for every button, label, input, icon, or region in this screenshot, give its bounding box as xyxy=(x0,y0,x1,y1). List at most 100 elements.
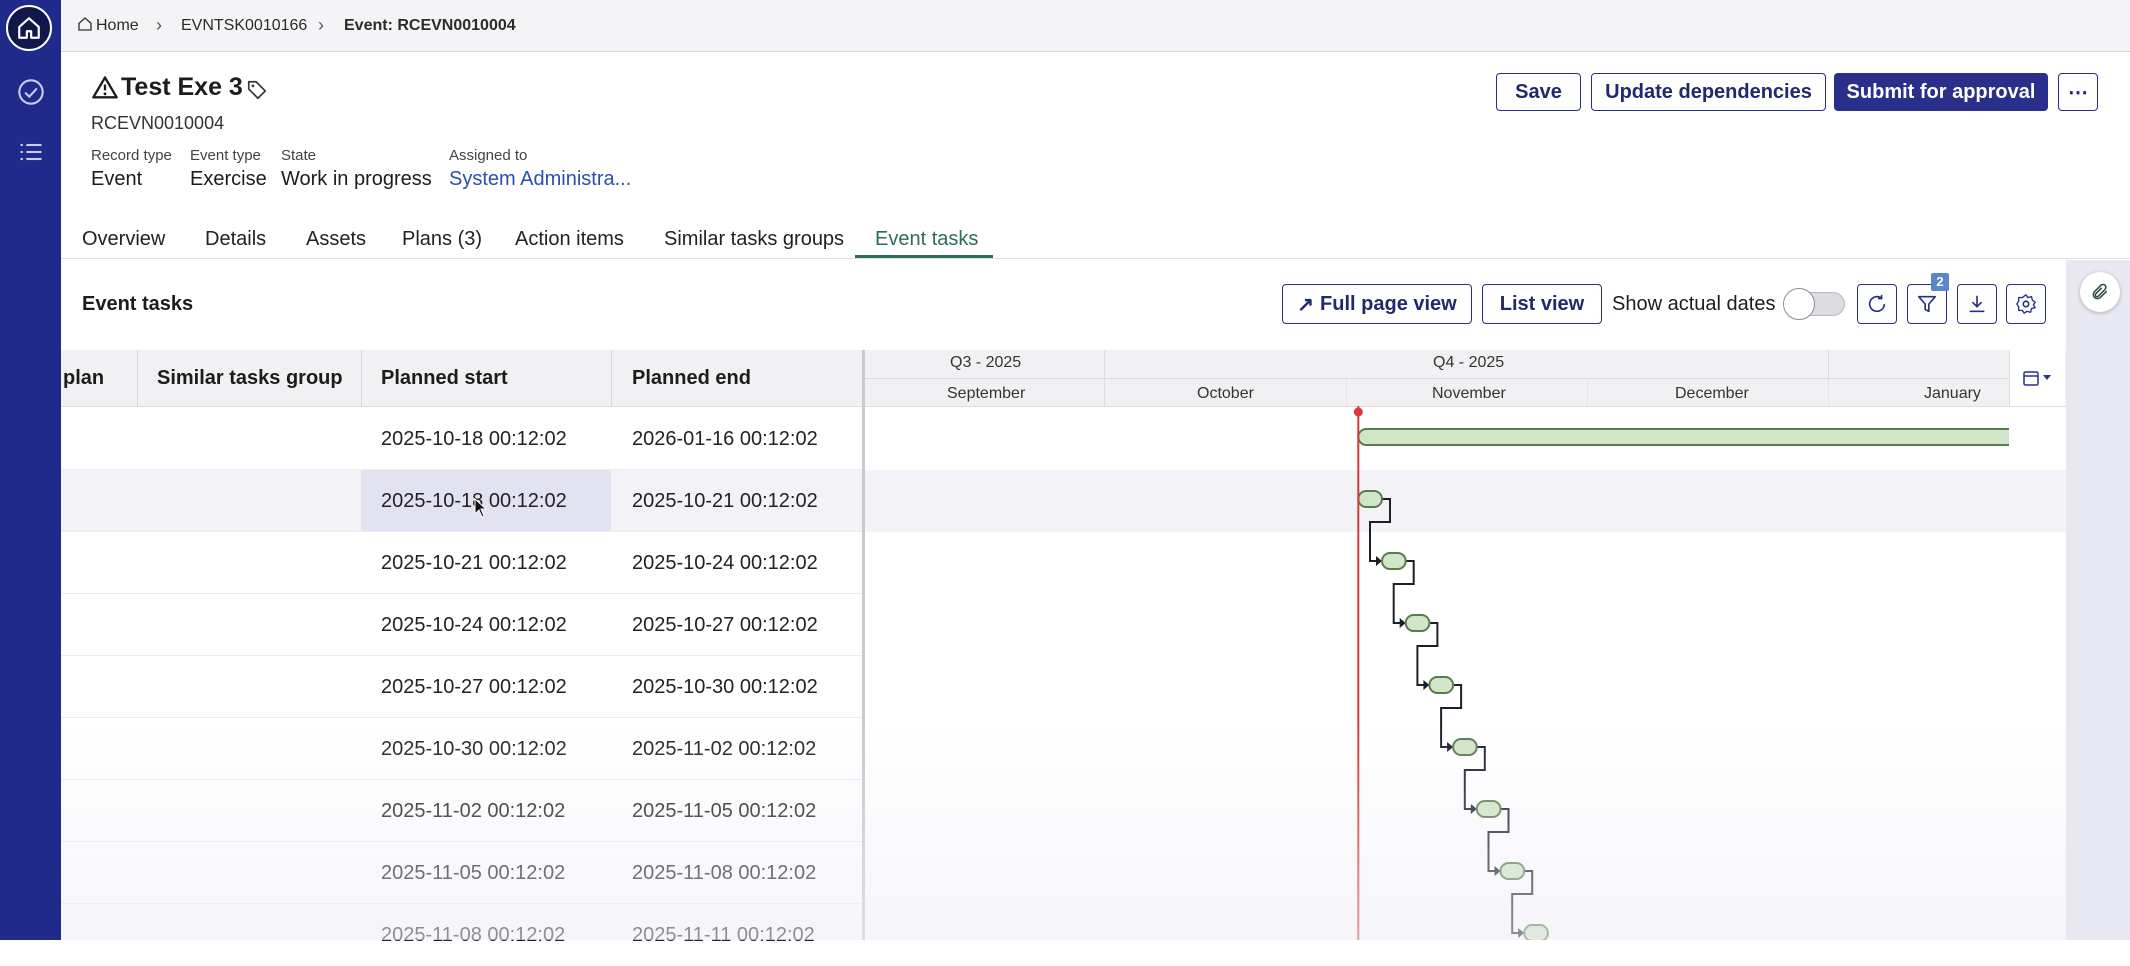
month-label: January xyxy=(1924,385,1981,402)
column-divider xyxy=(611,350,612,406)
home-icon[interactable] xyxy=(6,5,52,51)
list-view-button[interactable]: List view xyxy=(1482,284,1602,324)
attachment-button[interactable] xyxy=(2080,272,2120,312)
calendar-icon xyxy=(2022,371,2051,386)
month-divider xyxy=(1346,379,1347,406)
filter-count-badge: 2 xyxy=(1931,273,1949,291)
state-label: State xyxy=(281,147,317,164)
tab-event-tasks[interactable]: Event tasks xyxy=(875,224,978,254)
month-label: December xyxy=(1675,385,1749,402)
breadcrumb-task[interactable]: EVNTSK0010166 xyxy=(181,16,307,36)
record-number: RCEVN0010004 xyxy=(91,113,225,133)
check-circle-icon[interactable] xyxy=(14,75,48,109)
timescale-divider xyxy=(865,378,2009,379)
home-small-icon xyxy=(77,16,93,37)
planned-end-cell: 2025-10-30 00:12:02 xyxy=(632,676,818,698)
download-button[interactable] xyxy=(1957,284,1997,324)
column-header-similar-tasks-group[interactable]: Similar tasks group xyxy=(157,350,343,406)
chevron-right-icon: › xyxy=(318,15,324,35)
task-bar[interactable] xyxy=(1404,614,1431,632)
dependency-connector xyxy=(1511,870,1534,934)
planned-start-cell: 2025-11-02 00:12:02 xyxy=(381,800,566,822)
full-page-view-button[interactable]: ↗ Full page view xyxy=(1282,284,1472,324)
mouse-cursor-icon xyxy=(474,497,488,523)
column-header-planned-end[interactable]: Planned end xyxy=(632,350,751,406)
planned-end-cell: 2025-11-02 00:12:02 xyxy=(632,738,817,760)
today-marker xyxy=(1353,407,1363,417)
quarter-label: Q3 - 2025 xyxy=(950,354,1022,371)
column-divider xyxy=(361,350,362,406)
event-type-value: Exercise xyxy=(190,168,267,190)
planned-start-cell: 2025-10-27 00:12:02 xyxy=(381,676,567,698)
dependency-connector xyxy=(1392,560,1415,624)
record-type-value: Event xyxy=(91,168,143,190)
download-icon xyxy=(1969,295,1985,313)
task-bar[interactable] xyxy=(1499,862,1526,880)
quarter-label: Q4 - 2025 xyxy=(1433,354,1505,371)
right-utility-strip xyxy=(2066,260,2130,940)
planned-end-cell: 2026-01-16 00:12:02 xyxy=(632,428,818,450)
save-button[interactable]: Save xyxy=(1496,73,1581,111)
summary-task-bar[interactable] xyxy=(1357,428,2009,446)
month-label: November xyxy=(1432,385,1506,402)
task-bar[interactable] xyxy=(1381,552,1407,570)
filter-icon xyxy=(1917,295,1937,313)
update-dependencies-button[interactable]: Update dependencies xyxy=(1591,73,1826,111)
dependency-connector xyxy=(1463,746,1486,810)
task-bar[interactable] xyxy=(1428,676,1455,694)
planned-start-cell: 2025-10-24 00:12:02 xyxy=(381,614,567,636)
chevron-right-icon: › xyxy=(156,15,162,35)
tabs-divider xyxy=(61,258,2130,259)
task-bar[interactable] xyxy=(1357,490,1383,508)
planned-start-cell: 2025-10-21 00:12:02 xyxy=(381,552,567,574)
tab-plans[interactable]: Plans (3) xyxy=(402,224,482,254)
tab-assets[interactable]: Assets xyxy=(306,224,366,254)
assigned-to-link[interactable]: System Administra... xyxy=(449,168,631,191)
gear-icon xyxy=(2016,294,2036,314)
planned-end-cell: 2025-11-11 00:12:02 xyxy=(632,924,815,946)
tab-action-items[interactable]: Action items xyxy=(515,224,624,254)
month-divider xyxy=(1587,379,1588,406)
planned-end-cell: 2025-10-21 00:12:02 xyxy=(632,490,818,512)
task-bar[interactable] xyxy=(1475,800,1502,818)
task-bar[interactable] xyxy=(1452,738,1478,756)
full-page-view-label: Full page view xyxy=(1320,292,1457,315)
settings-button[interactable] xyxy=(2006,284,2046,324)
pane-splitter[interactable] xyxy=(862,350,865,940)
tab-similar-tasks-groups[interactable]: Similar tasks groups xyxy=(664,224,844,254)
event-type-label: Event type xyxy=(190,147,261,164)
dependency-connector xyxy=(1416,622,1439,686)
quarter-divider xyxy=(1828,350,1829,378)
planned-end-cell: 2025-11-08 00:12:02 xyxy=(632,862,817,884)
planned-end-cell: 2025-10-24 00:12:02 xyxy=(632,552,818,574)
tag-icon[interactable] xyxy=(246,79,268,106)
paperclip-icon xyxy=(2092,283,2108,300)
list-icon[interactable] xyxy=(14,135,48,169)
refresh-button[interactable] xyxy=(1857,284,1897,324)
planned-end-cell: 2025-10-27 00:12:02 xyxy=(632,614,818,636)
dependency-connector xyxy=(1440,684,1463,748)
arrow-up-right-icon: ↗ xyxy=(1297,293,1315,316)
gantt-chart xyxy=(1353,406,2009,940)
toggle-knob[interactable] xyxy=(1783,288,1815,320)
record-type-label: Record type xyxy=(91,147,172,164)
tab-overview[interactable]: Overview xyxy=(82,224,165,254)
quarter-divider xyxy=(1104,350,1105,406)
dependency-connector xyxy=(1369,498,1391,562)
submit-for-approval-button[interactable]: Submit for approval xyxy=(1834,73,2048,111)
task-bar[interactable] xyxy=(1523,924,1549,940)
more-actions-button[interactable]: ⋯ xyxy=(2058,73,2098,111)
assigned-to-label: Assigned to xyxy=(449,147,528,164)
month-label: October xyxy=(1197,385,1254,402)
planned-start-cell: 2025-11-08 00:12:02 xyxy=(381,924,566,946)
month-divider xyxy=(1828,379,1829,406)
breadcrumb-current: Event: RCEVN0010004 xyxy=(344,17,516,34)
column-header-plan[interactable]: plan xyxy=(63,350,104,406)
show-actual-dates-label: Show actual dates xyxy=(1612,293,1776,315)
section-title: Event tasks xyxy=(82,293,194,315)
timescale-selector[interactable] xyxy=(2009,350,2065,406)
column-header-planned-start[interactable]: Planned start xyxy=(381,350,508,406)
active-tab-indicator xyxy=(855,255,993,258)
breadcrumb-home[interactable]: Home xyxy=(96,16,139,36)
tab-details[interactable]: Details xyxy=(205,224,266,254)
